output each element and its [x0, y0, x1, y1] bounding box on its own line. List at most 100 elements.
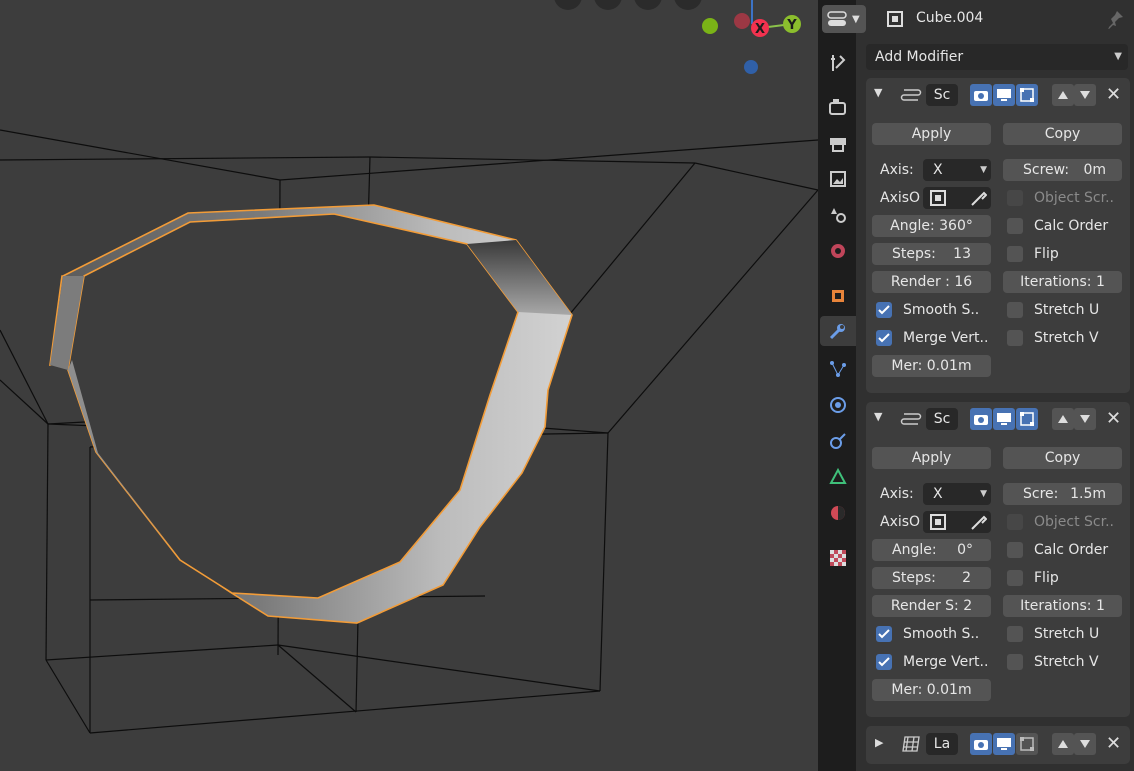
monitor-icon	[997, 89, 1011, 101]
axis-object-field[interactable]	[923, 511, 991, 533]
tab-physics[interactable]	[822, 390, 854, 420]
steps-field[interactable]: Steps: 2	[872, 567, 991, 589]
modifier-name-field[interactable]: La	[926, 733, 958, 755]
camera-icon	[974, 91, 988, 101]
apply-button[interactable]: Apply	[872, 447, 991, 469]
axis-value: X	[933, 162, 943, 178]
copy-button[interactable]: Copy	[1003, 123, 1122, 145]
tab-particles[interactable]	[822, 354, 854, 384]
mesh-data-icon	[829, 467, 847, 484]
tab-view-layer[interactable]	[822, 164, 854, 194]
stretch-u-label: Stretch U	[1034, 302, 1100, 318]
tab-world[interactable]	[822, 236, 854, 266]
copy-button[interactable]: Copy	[1003, 447, 1122, 469]
viewport-toggle-button[interactable]	[993, 408, 1015, 430]
collapse-arrow-icon[interactable]: ▼	[874, 410, 882, 423]
add-modifier-label: Add Modifier	[875, 49, 964, 65]
editmode-icon	[1020, 737, 1034, 751]
merge-distance-field[interactable]: Mer: 0.01m	[872, 679, 991, 701]
iterations-field[interactable]: Iterations: 1	[1003, 595, 1122, 617]
flip-checkbox[interactable]	[1007, 570, 1023, 586]
move-up-button[interactable]	[1052, 84, 1074, 106]
modifier-name-field[interactable]: Sc	[926, 408, 958, 430]
pin-icon[interactable]	[1105, 9, 1125, 29]
tab-material[interactable]	[822, 498, 854, 528]
stretch-u-checkbox[interactable]	[1007, 302, 1023, 318]
screw-field[interactable]: Scre: 1.5m	[1003, 483, 1122, 505]
angle-field[interactable]: Angle: 360°	[872, 215, 991, 237]
close-icon[interactable]: ✕	[1106, 408, 1121, 429]
tab-tool[interactable]	[822, 48, 854, 78]
tab-texture[interactable]	[822, 543, 854, 573]
close-icon[interactable]: ✕	[1106, 84, 1121, 105]
viewport-canvas[interactable]: Y X	[0, 0, 818, 771]
printer-icon	[830, 138, 846, 152]
stretch-v-checkbox[interactable]	[1007, 654, 1023, 670]
calc-order-checkbox[interactable]	[1007, 218, 1023, 234]
render-toggle-button[interactable]	[970, 733, 992, 755]
tab-scene[interactable]	[822, 200, 854, 230]
object-screw-checkbox[interactable]	[1007, 514, 1023, 530]
stretch-u-checkbox[interactable]	[1007, 626, 1023, 642]
flip-checkbox[interactable]	[1007, 246, 1023, 262]
properties-tab-bar	[818, 0, 856, 771]
merge-distance-field[interactable]: Mer: 0.01m	[872, 355, 991, 377]
merge-vertices-checkbox[interactable]	[876, 654, 892, 670]
apply-button[interactable]: Apply	[872, 123, 991, 145]
world-icon	[831, 244, 845, 258]
render-toggle-button[interactable]	[970, 408, 992, 430]
editmode-toggle-button[interactable]	[1016, 84, 1038, 106]
steps-value: 2	[962, 570, 971, 586]
angle-field[interactable]: Angle: 0°	[872, 539, 991, 561]
collapse-arrow-icon[interactable]: ▼	[874, 86, 882, 99]
eyedropper-icon[interactable]	[969, 513, 987, 531]
viewport-toggle-button[interactable]	[993, 733, 1015, 755]
tab-output[interactable]	[822, 128, 854, 158]
move-down-button[interactable]	[1074, 84, 1096, 106]
screw-modifier-icon	[900, 413, 922, 425]
editmode-toggle-button[interactable]	[1016, 733, 1038, 755]
tab-modifiers[interactable]	[820, 316, 856, 346]
render-steps-field[interactable]: Render : 16	[872, 271, 991, 293]
smooth-shading-checkbox[interactable]	[876, 302, 892, 318]
tab-data[interactable]	[822, 462, 854, 492]
move-up-button[interactable]	[1052, 408, 1074, 430]
properties-editor: ▼ Cube.004 Add Modifier ▼ ▼ Sc ✕ Apply C…	[822, 0, 1134, 771]
expand-arrow-icon[interactable]: ▶	[875, 736, 883, 749]
viewport-toggle-button[interactable]	[993, 84, 1015, 106]
stretch-v-checkbox[interactable]	[1007, 330, 1023, 346]
axis-select[interactable]: X ▼	[923, 159, 991, 181]
arrow-up-icon	[1058, 91, 1068, 99]
close-icon[interactable]: ✕	[1106, 733, 1121, 754]
steps-field[interactable]: Steps: 13	[872, 243, 991, 265]
image-icon	[830, 171, 846, 187]
axis-object-field[interactable]	[923, 187, 991, 209]
move-down-button[interactable]	[1074, 408, 1096, 430]
smooth-shading-checkbox[interactable]	[876, 626, 892, 642]
calc-order-checkbox[interactable]	[1007, 542, 1023, 558]
editor-type-dropdown[interactable]: ▼	[822, 5, 866, 33]
tab-constraints[interactable]	[822, 426, 854, 456]
render-steps-field[interactable]: Render S: 2	[872, 595, 991, 617]
add-modifier-dropdown[interactable]: Add Modifier ▼	[866, 44, 1128, 70]
move-down-button[interactable]	[1074, 733, 1096, 755]
viewport-nav-button	[634, 0, 662, 10]
angle-value: 0°	[957, 542, 973, 558]
constraint-icon	[830, 433, 846, 449]
svg-text:Y: Y	[786, 18, 797, 33]
merge-vertices-checkbox[interactable]	[876, 330, 892, 346]
3d-viewport[interactable]: Y X	[0, 0, 818, 771]
render-toggle-button[interactable]	[970, 84, 992, 106]
move-up-button[interactable]	[1052, 733, 1074, 755]
iterations-field[interactable]: Iterations: 1	[1003, 271, 1122, 293]
axis-select[interactable]: X ▼	[923, 483, 991, 505]
eyedropper-icon[interactable]	[969, 189, 987, 207]
screw-label: Screw:	[1023, 162, 1070, 178]
tab-object[interactable]	[822, 281, 854, 311]
tab-render[interactable]	[822, 92, 854, 122]
chevron-down-icon: ▼	[852, 13, 860, 25]
object-screw-checkbox[interactable]	[1007, 190, 1023, 206]
editmode-toggle-button[interactable]	[1016, 408, 1038, 430]
modifier-name-field[interactable]: Sc	[926, 84, 958, 106]
screw-field[interactable]: Screw: 0m	[1003, 159, 1122, 181]
